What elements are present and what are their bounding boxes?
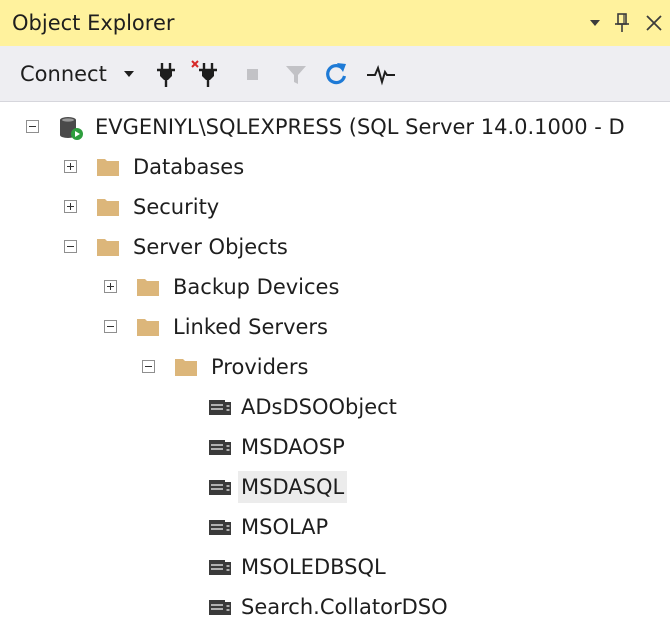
tree-node-provider[interactable]: MSDAOSP [0, 427, 500, 467]
auto-hide-pin-icon[interactable] [610, 0, 634, 46]
collapse-icon[interactable] [64, 240, 77, 253]
tree-node-label: Databases [133, 155, 245, 179]
tree-node-provider[interactable]: Search.CollatorDSO [0, 587, 500, 627]
server-icon [58, 115, 83, 140]
tree-node-providers[interactable]: Providers [0, 347, 420, 387]
tree-node-provider[interactable]: MSOLAP [0, 507, 500, 547]
toolbar: Connect [0, 46, 670, 102]
tree-node-label: MSDAOSP [241, 435, 345, 459]
tree-node-security[interactable]: Security [0, 187, 400, 227]
tree-node-label: Providers [211, 355, 309, 379]
expand-icon[interactable] [64, 160, 77, 173]
tree-node-databases[interactable]: Databases [0, 147, 400, 187]
folder-icon [96, 155, 120, 179]
tree-node-label: Linked Servers [173, 315, 328, 339]
refresh-icon[interactable] [322, 60, 350, 88]
object-explorer-window: Object Explorer Connect EVGENIYL\SQLEXPR… [0, 0, 670, 629]
expand-icon[interactable] [104, 280, 117, 293]
tree-node-label: Server Objects [133, 235, 288, 259]
connect-button[interactable]: Connect [20, 56, 107, 92]
tree-node-label: MSOLAP [241, 515, 329, 539]
provider-icon [208, 515, 232, 539]
disconnect-icon[interactable] [190, 60, 218, 88]
provider-icon [208, 595, 232, 619]
collapse-icon[interactable] [142, 360, 155, 373]
provider-icon [208, 623, 232, 629]
tree-node-provider-selected[interactable]: MSDASQL [0, 467, 500, 507]
filter-icon[interactable] [282, 60, 310, 88]
tree-node-backup-devices[interactable]: Backup Devices [0, 267, 420, 307]
stop-icon[interactable] [238, 60, 266, 88]
tree-node-label: Search.CollatorDSO [241, 595, 448, 619]
tree-node-server-objects[interactable]: Server Objects [0, 227, 400, 267]
folder-icon [174, 355, 198, 379]
close-icon[interactable] [640, 0, 668, 46]
tree-node-server[interactable]: EVGENIYL\SQLEXPRESS (SQL Server 14.0.100… [0, 107, 670, 147]
collapse-icon[interactable] [104, 320, 117, 333]
connect-icon[interactable] [152, 60, 180, 88]
window-position-dropdown-icon[interactable] [584, 0, 606, 46]
collapse-icon[interactable] [26, 120, 39, 133]
tree-node-label: MSDASQL [238, 471, 348, 503]
folder-icon [136, 275, 160, 299]
folder-icon [96, 235, 120, 259]
tree-node-linked-servers[interactable]: Linked Servers [0, 307, 420, 347]
tree-node-provider-partial[interactable] [0, 623, 500, 629]
tree-node-label: MSOLEDBSQL [241, 555, 386, 579]
expand-icon[interactable] [64, 200, 77, 213]
tree-node-label: Backup Devices [173, 275, 340, 299]
provider-icon [208, 435, 232, 459]
provider-icon [208, 555, 232, 579]
tree-node-provider[interactable]: MSOLEDBSQL [0, 547, 500, 587]
tree-node-label: ADsDSOObject [241, 395, 397, 419]
tree-node-label: EVGENIYL\SQLEXPRESS (SQL Server 14.0.100… [95, 115, 625, 139]
provider-icon [208, 475, 232, 499]
tree-node-label: Security [133, 195, 220, 219]
panel-title: Object Explorer [12, 11, 175, 35]
folder-icon [96, 195, 120, 219]
provider-icon [208, 395, 232, 419]
tree-node-provider[interactable]: ADsDSOObject [0, 387, 500, 427]
folder-icon [136, 315, 160, 339]
activity-monitor-icon[interactable] [366, 60, 395, 88]
title-bar: Object Explorer [0, 0, 670, 46]
connect-dropdown-icon[interactable] [124, 56, 134, 92]
